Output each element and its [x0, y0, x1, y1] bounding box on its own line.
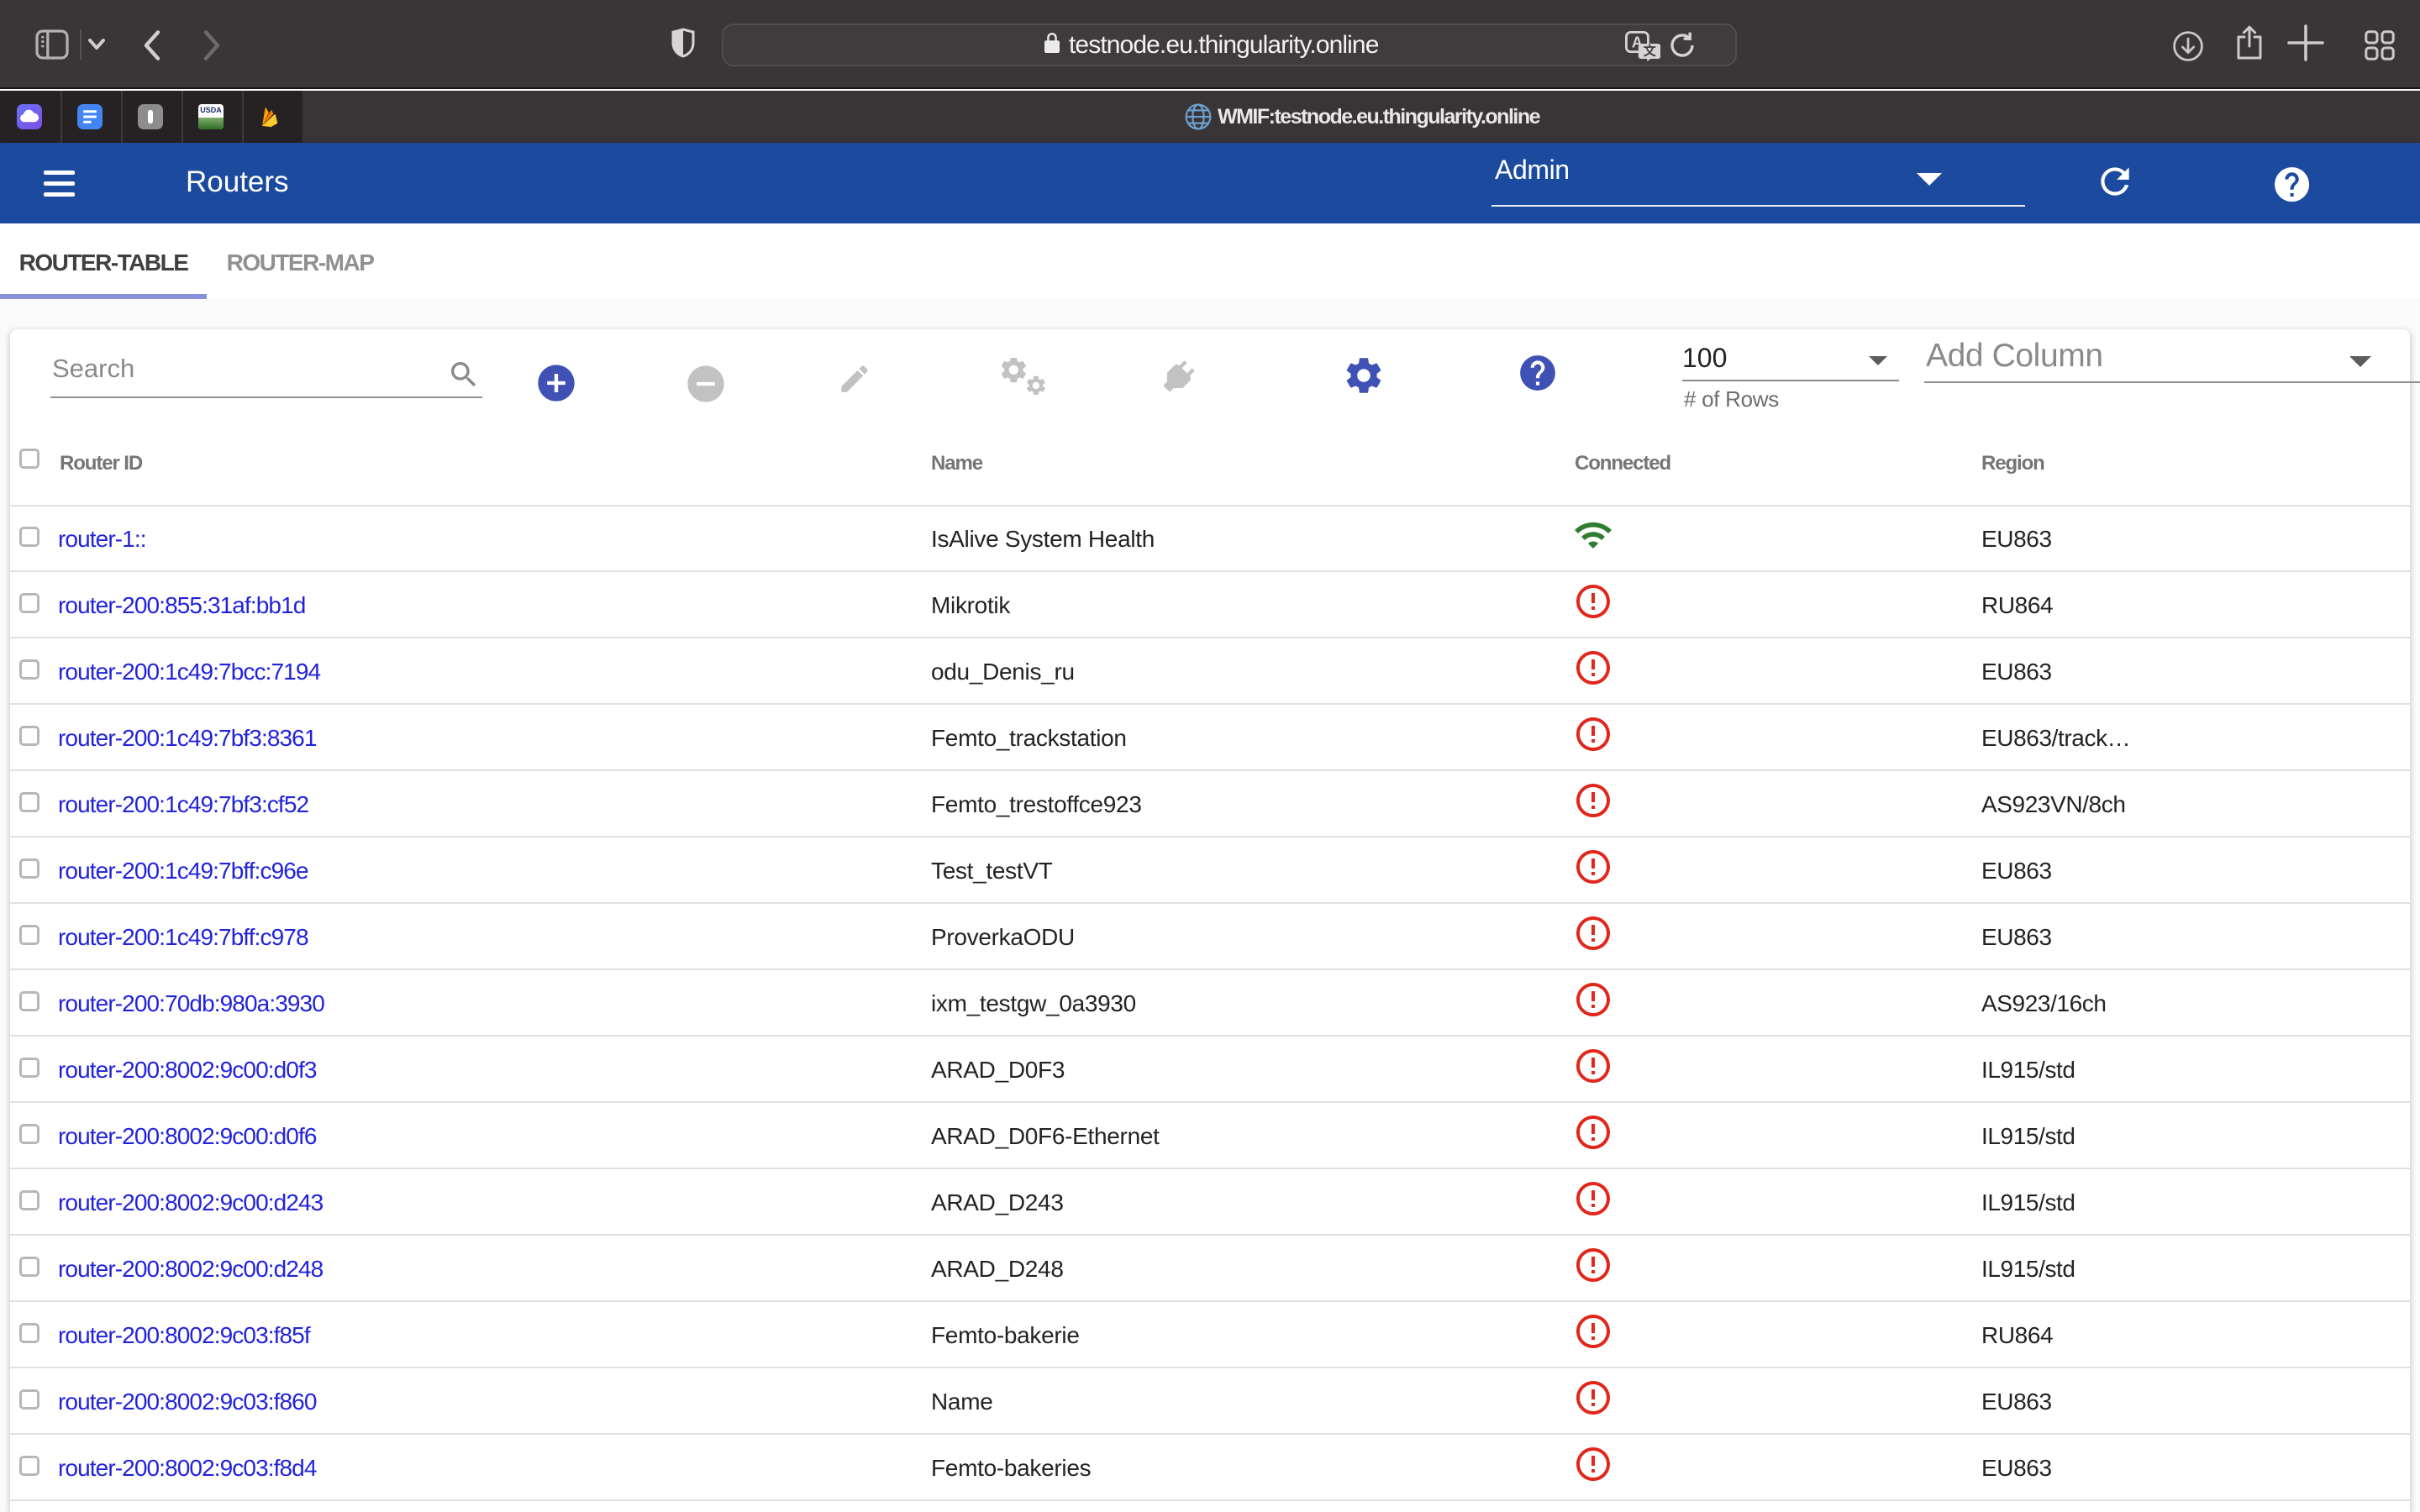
- svg-text:文: 文: [1644, 43, 1657, 58]
